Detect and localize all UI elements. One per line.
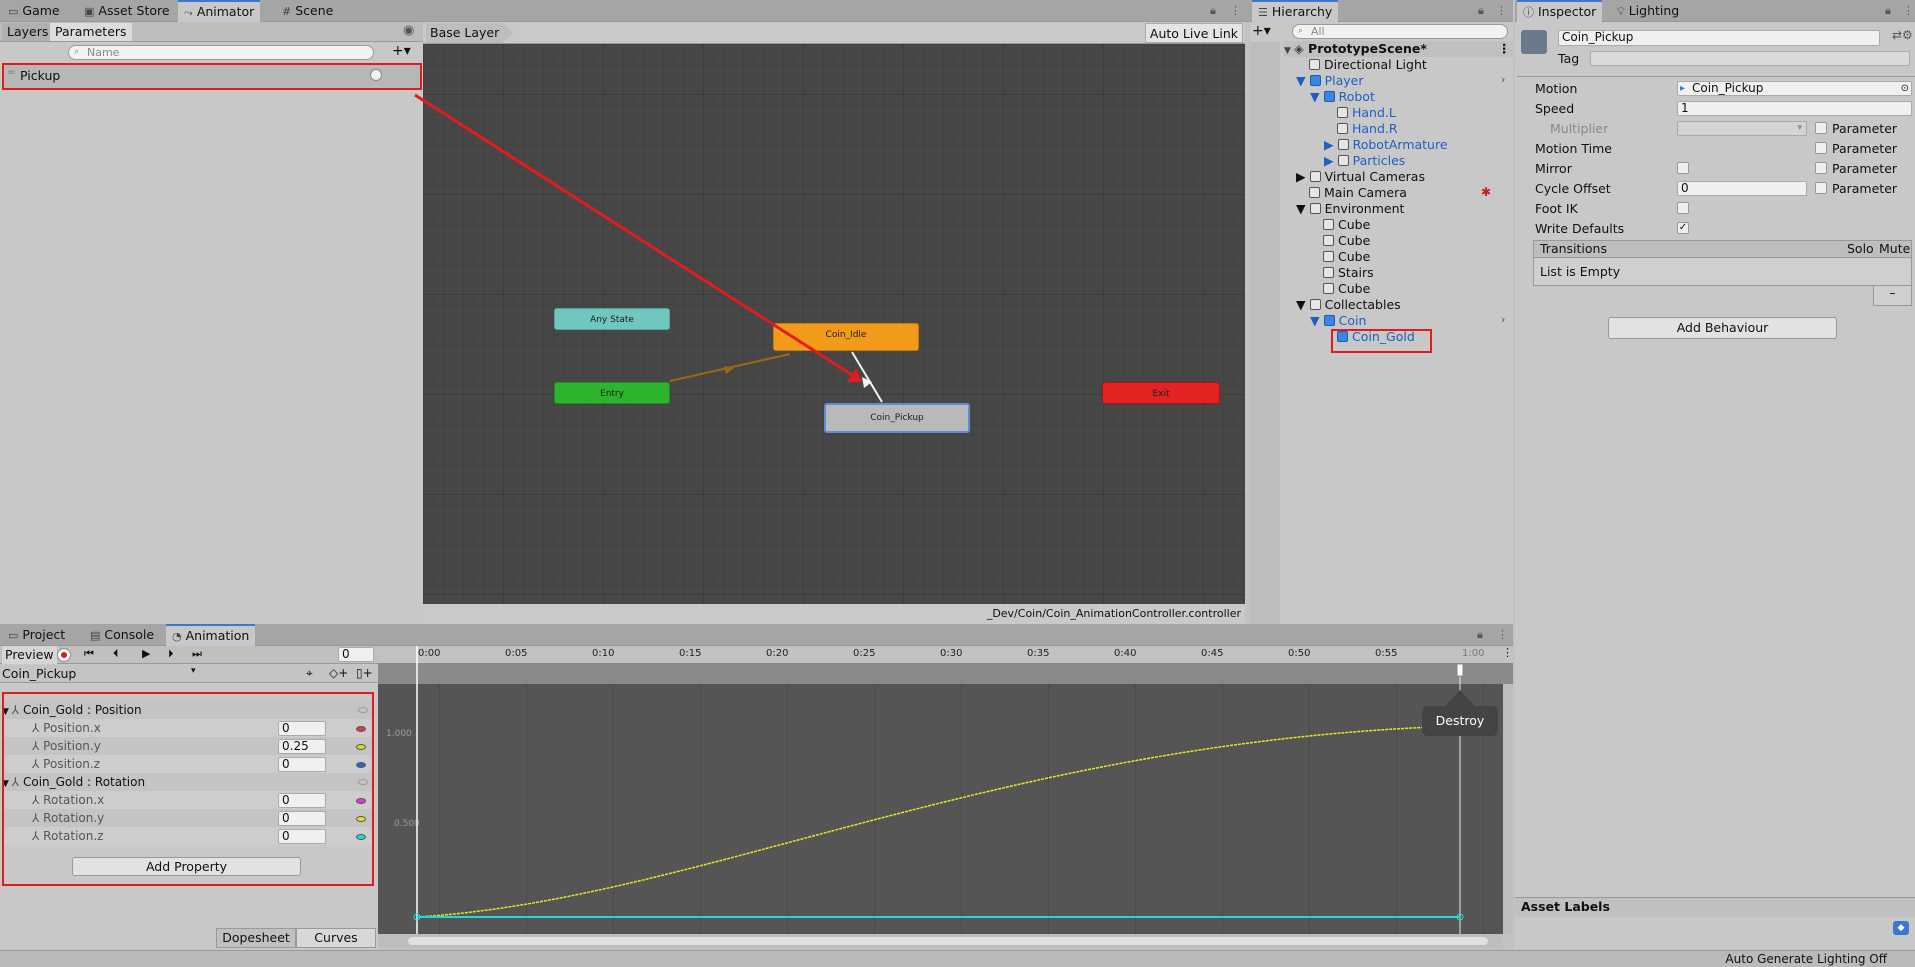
event-marker-icon <box>1456 663 1464 677</box>
chevron-down-icon: ▾ <box>1797 123 1802 133</box>
asset-labels-area <box>1515 917 1915 943</box>
multiplier-parameter-checkbox[interactable] <box>1815 122 1827 134</box>
parameter-label: Parameter <box>1832 121 1898 136</box>
tag-label: Tag <box>1558 51 1580 66</box>
write-defaults-label: Write Defaults <box>1535 221 1625 236</box>
event-tooltip-arrow <box>1445 690 1475 706</box>
motion-time-label: Motion Time <box>1535 141 1612 156</box>
tab-lighting[interactable]: 💡︎ Lighting <box>1611 0 1685 22</box>
status-bar: Auto Generate Lighting Off <box>0 950 1915 967</box>
menu-icon[interactable]: ⋮ <box>1903 4 1914 17</box>
motion-field[interactable]: ▸ Coin_Pickup ⊙ <box>1677 81 1912 96</box>
info-icon: ⓘ <box>1523 6 1534 19</box>
transitions-header: Transitions Solo Mute <box>1533 240 1912 258</box>
motion-time-parameter-checkbox[interactable] <box>1815 142 1827 154</box>
mirror-label: Mirror <box>1535 161 1572 176</box>
label-tag-icon[interactable]: ◆ <box>1893 921 1909 935</box>
motion-label: Motion <box>1535 81 1578 96</box>
parameter-label: Parameter <box>1832 161 1898 176</box>
asset-labels-header: Asset Labels <box>1515 897 1915 917</box>
settings-icon[interactable]: ⇄⚙ <box>1892 28 1913 42</box>
transitions-list: List is Empty <box>1533 258 1912 286</box>
parameter-label: Parameter <box>1832 141 1898 156</box>
divider <box>1517 76 1915 77</box>
cycle-offset-label: Cycle Offset <box>1535 181 1611 196</box>
inspector-tab-bar: ⓘ Inspector 💡︎ Lighting 🔒︎ ⋮ <box>1515 0 1915 22</box>
add-behaviour-button[interactable]: Add Behaviour <box>1608 317 1837 339</box>
state-icon <box>1521 30 1547 54</box>
remove-transition-button[interactable]: – <box>1873 286 1912 306</box>
speed-input[interactable]: 1 <box>1677 101 1912 116</box>
solo-label: Solo <box>1847 241 1874 256</box>
cycle-offset-parameter-checkbox[interactable] <box>1815 182 1827 194</box>
tab-inspector[interactable]: ⓘ Inspector <box>1517 0 1603 22</box>
cycle-offset-input[interactable]: 0 <box>1677 181 1807 196</box>
speed-label: Speed <box>1535 101 1575 116</box>
mirror-checkbox[interactable] <box>1677 162 1689 174</box>
anim-clip-icon: ▸ <box>1680 83 1686 94</box>
multiplier-dropdown[interactable]: ▾ <box>1677 121 1807 136</box>
mirror-parameter-checkbox[interactable] <box>1815 162 1827 174</box>
lock-icon[interactable]: 🔒︎ <box>1885 4 1891 18</box>
write-defaults-checkbox[interactable]: ✓ <box>1677 222 1689 234</box>
curve-overlay <box>413 646 1475 934</box>
state-name-input[interactable]: Coin_Pickup <box>1558 30 1880 46</box>
object-picker-icon[interactable]: ⊙ <box>1901 82 1909 95</box>
lightbulb-icon: 💡︎ <box>1617 5 1625 18</box>
parameter-label: Parameter <box>1832 181 1898 196</box>
multiplier-label: Multiplier <box>1550 121 1609 136</box>
tag-field[interactable] <box>1590 51 1910 66</box>
event-tooltip: Destroy <box>1422 706 1498 736</box>
mute-label: Mute <box>1879 241 1911 256</box>
foot-ik-checkbox[interactable] <box>1677 202 1689 214</box>
foot-ik-label: Foot IK <box>1535 201 1578 216</box>
position-y-curve <box>416 725 1461 918</box>
